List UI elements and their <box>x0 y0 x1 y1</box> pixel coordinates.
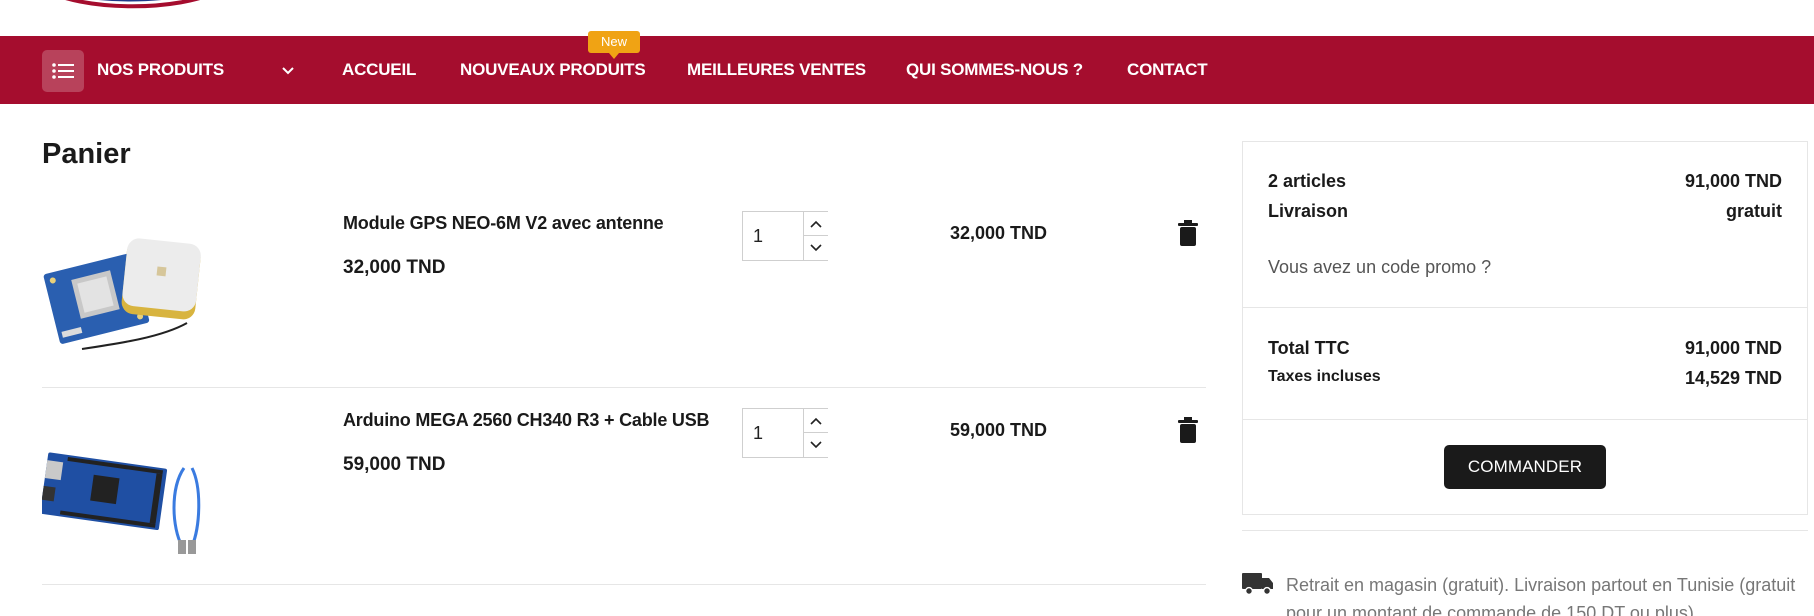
divider <box>1243 307 1807 308</box>
gps-module-image[interactable] <box>42 211 202 361</box>
taxes-label: Taxes incluses <box>1268 368 1381 385</box>
cart-summary: 2 articles 91,000 TND Livraison gratuit … <box>1242 141 1808 515</box>
divider <box>1242 530 1808 531</box>
nav-best-sellers[interactable]: MEILLEURES VENTES <box>687 36 866 104</box>
shipping-info-text: Retrait en magasin (gratuit). Livraison … <box>1286 575 1796 616</box>
header-top <box>0 0 1814 36</box>
chevron-down-icon <box>810 244 822 252</box>
line-total: 32,000 TND <box>950 223 1048 243</box>
chevron-up-icon <box>810 220 822 228</box>
new-badge: New <box>588 31 640 59</box>
summary-taxes: Taxes incluses 14,529 TND <box>1268 368 1782 389</box>
checkout-button[interactable]: COMMANDER <box>1444 445 1606 489</box>
quantity-decrease-button[interactable] <box>803 433 828 457</box>
trash-icon[interactable] <box>1178 220 1198 246</box>
quantity-input[interactable] <box>743 409 803 457</box>
promo-code-link[interactable]: Vous avez un code promo ? <box>1268 257 1491 278</box>
total-value: 91,000 TND <box>1684 338 1782 358</box>
truck-icon <box>1242 573 1273 595</box>
quantity-stepper <box>742 211 828 261</box>
divider <box>1243 419 1807 420</box>
chevron-down-icon <box>810 441 822 449</box>
trash-icon[interactable] <box>1178 417 1198 443</box>
shipping-label: Livraison <box>1268 201 1349 221</box>
nav-contact[interactable]: CONTACT <box>1127 36 1208 104</box>
product-name[interactable]: Module GPS NEO-6M V2 avec antenne <box>343 213 664 234</box>
cart-item: Module GPS NEO-6M V2 avec antenne 32,000… <box>42 191 1206 388</box>
taxes-value: 14,529 TND <box>1684 368 1782 388</box>
chevron-down-icon[interactable] <box>280 60 296 80</box>
summary-shipping: Livraison gratuit <box>1268 201 1782 222</box>
total-label: Total TTC <box>1268 338 1350 358</box>
cart-item: Arduino MEGA 2560 CH340 R3 + Cable USB 5… <box>42 388 1206 585</box>
summary-articles: 2 articles 91,000 TND <box>1268 171 1782 192</box>
product-name[interactable]: Arduino MEGA 2560 CH340 R3 + Cable USB <box>343 410 710 431</box>
logo[interactable] <box>40 0 222 10</box>
quantity-stepper <box>742 408 828 458</box>
categories-menu-button[interactable] <box>42 50 84 92</box>
page-title: Panier <box>42 138 131 170</box>
line-total: 59,000 TND <box>950 420 1048 440</box>
quantity-input[interactable] <box>743 212 803 260</box>
nav-about[interactable]: QUI SOMMES-NOUS ? <box>906 36 1083 104</box>
arduino-board-image[interactable] <box>42 408 202 558</box>
chevron-up-icon <box>810 417 822 425</box>
product-price: 59,000 TND <box>343 454 446 475</box>
quantity-increase-button[interactable] <box>803 409 828 433</box>
quantity-decrease-button[interactable] <box>803 236 828 260</box>
product-price: 32,000 TND <box>343 257 446 278</box>
nav-home[interactable]: ACCUEIL <box>342 36 416 104</box>
list-icon <box>52 63 74 79</box>
articles-value: 91,000 TND <box>1684 171 1782 191</box>
summary-total: Total TTC 91,000 TND <box>1268 338 1782 359</box>
main-navigation: NOS PRODUITS ACCUEIL NOUVEAUX PRODUITS N… <box>0 31 1814 104</box>
articles-label: 2 articles <box>1268 171 1347 191</box>
quantity-increase-button[interactable] <box>803 212 828 236</box>
shipping-value: gratuit <box>1726 201 1782 221</box>
nav-products[interactable]: NOS PRODUITS <box>97 36 224 104</box>
